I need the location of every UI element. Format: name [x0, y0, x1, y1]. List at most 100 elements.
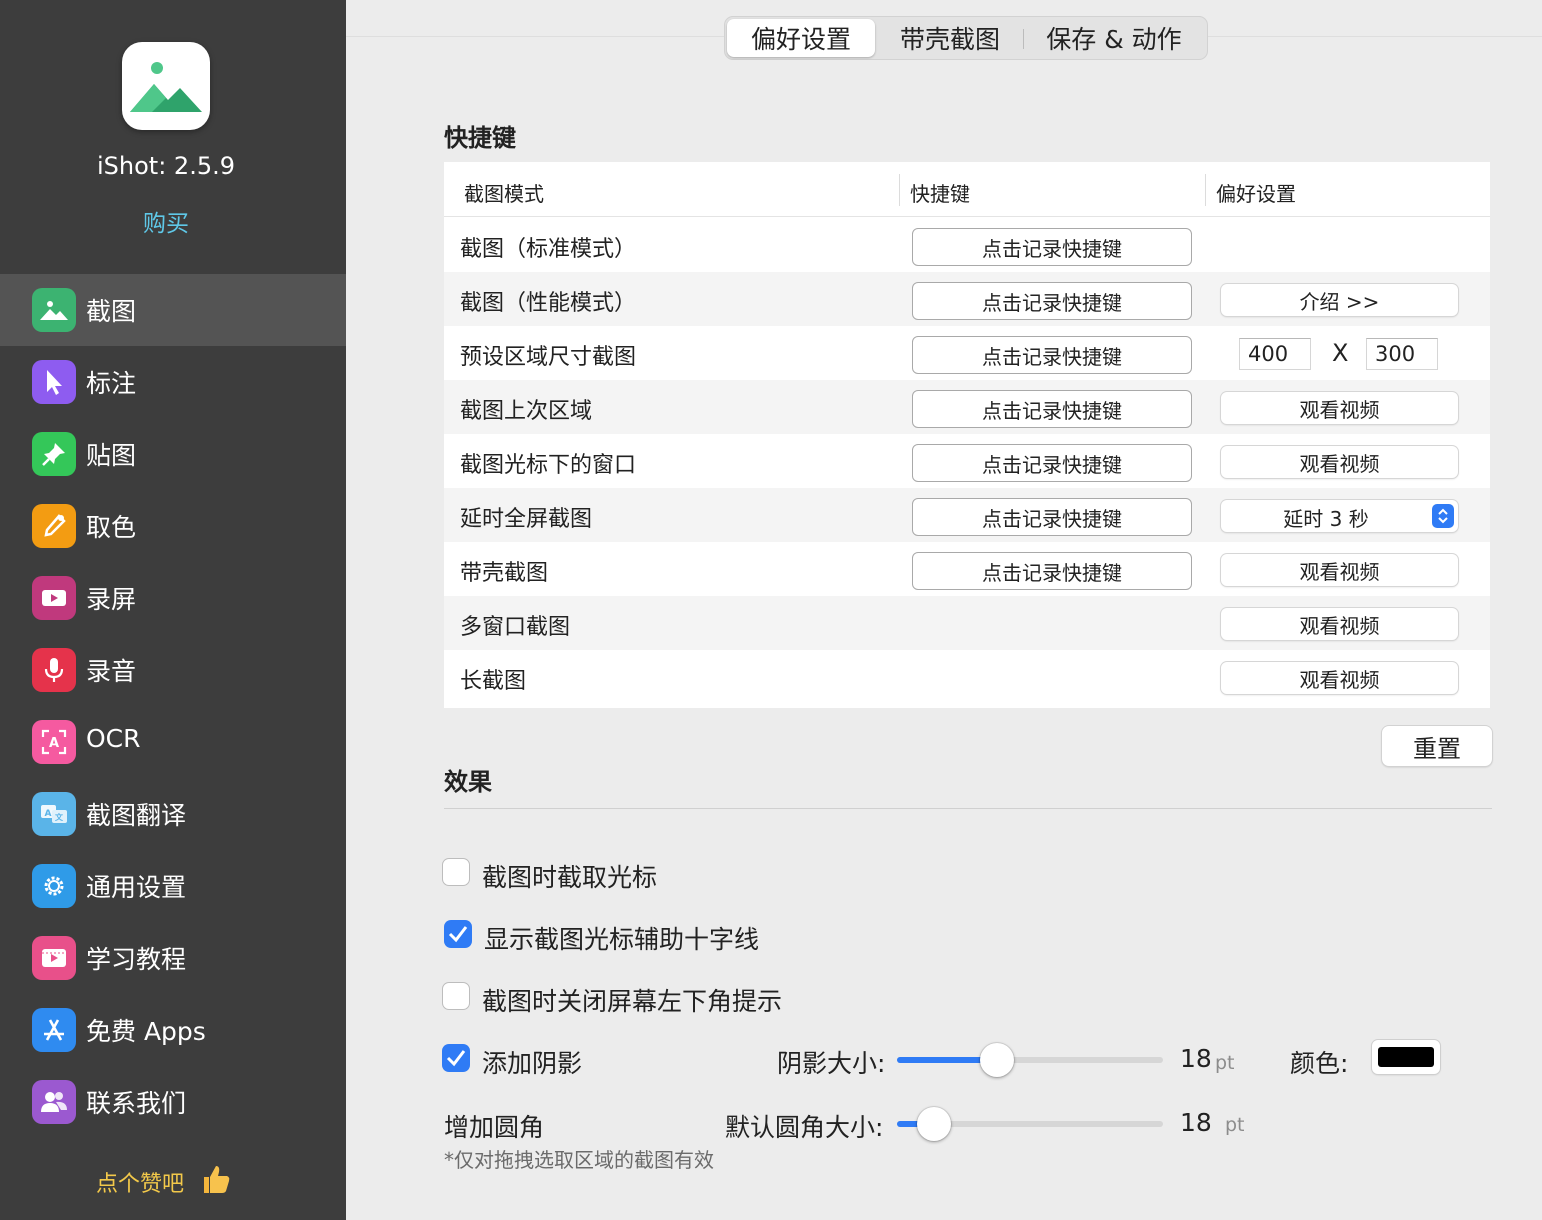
record-shortcut-button[interactable]: 点击记录快捷键 [912, 282, 1192, 320]
corner-label: 增加圆角 [444, 1113, 545, 1142]
tab-save-actions[interactable]: 保存 & 动作 [1025, 19, 1203, 57]
eyedropper-icon [32, 504, 76, 548]
sidebar-item-screen-record[interactable]: 录屏 [0, 562, 346, 634]
chevron-up-down-icon [1432, 504, 1454, 528]
corner-note: *仅对拖拽选取区域的截图有效 [444, 1148, 714, 1172]
preset-height-input[interactable]: 300 [1366, 338, 1438, 370]
tab-preferences[interactable]: 偏好设置 [727, 19, 875, 57]
sidebar-item-label: 录屏 [86, 585, 137, 614]
mode-label: 截图光标下的窗口 [460, 453, 637, 478]
table-row: 截图（性能模式） 点击记录快捷键 介绍 >> [444, 272, 1490, 326]
shortcuts-section-title: 快捷键 [444, 124, 516, 152]
contacts-icon [32, 1080, 76, 1124]
shadow-color-label: 颜色: [1290, 1049, 1349, 1078]
table-row: 截图（标准模式） 点击记录快捷键 [444, 218, 1490, 272]
shortcuts-table: 截图模式 快捷键 偏好设置 截图（标准模式） 点击记录快捷键 截图（性能模式） … [444, 162, 1490, 708]
sidebar-item-label: 截图 [86, 297, 137, 326]
watch-video-button[interactable]: 观看视频 [1221, 392, 1458, 424]
sidebar-item-translate[interactable]: A文 截图翻译 [0, 778, 346, 850]
thumbs-up-icon[interactable] [198, 1162, 232, 1196]
sidebar-item-free-apps[interactable]: 免费 Apps [0, 994, 346, 1066]
microphone-icon [32, 648, 76, 692]
table-header: 截图模式 快捷键 偏好设置 [444, 162, 1490, 217]
column-separator [1205, 174, 1206, 206]
ocr-icon: A [32, 720, 76, 764]
sidebar-item-tutorial[interactable]: 学习教程 [0, 922, 346, 994]
sidebar-item-label: 录音 [86, 657, 137, 686]
tab-bar: 偏好设置 带壳截图 保存 & 动作 [724, 16, 1208, 60]
column-header-mode: 截图模式 [464, 182, 544, 206]
table-row: 带壳截图 点击记录快捷键 观看视频 [444, 542, 1490, 596]
sidebar-item-general-settings[interactable]: 通用设置 [0, 850, 346, 922]
sidebar-item-label: 贴图 [86, 441, 137, 470]
delay-select[interactable]: 延时 3 秒 [1221, 500, 1458, 532]
table-row: 截图光标下的窗口 点击记录快捷键 观看视频 [444, 434, 1490, 488]
effects-section-title: 效果 [444, 768, 492, 796]
record-shortcut-button[interactable]: 点击记录快捷键 [912, 444, 1192, 482]
buy-link[interactable]: 购买 [0, 204, 332, 238]
tab-separator [1023, 29, 1024, 49]
sidebar-item-screenshot[interactable]: 截图 [0, 274, 346, 346]
watch-video-button[interactable]: 观看视频 [1221, 554, 1458, 586]
record-shortcut-button[interactable]: 点击记录快捷键 [912, 498, 1192, 536]
mode-label: 延时全屏截图 [460, 507, 593, 532]
sidebar-item-annotate[interactable]: 标注 [0, 346, 346, 418]
sidebar-item-ocr[interactable]: A OCR [0, 706, 346, 778]
tutorial-icon [32, 936, 76, 980]
reset-button[interactable]: 重置 [1382, 726, 1492, 766]
close-hint-checkbox[interactable] [442, 982, 470, 1010]
sidebar-item-audio-record[interactable]: 录音 [0, 634, 346, 706]
shadow-size-unit: pt [1215, 1052, 1235, 1074]
corner-size-slider[interactable] [897, 1107, 1163, 1141]
app-store-icon [32, 1008, 76, 1052]
delay-select-value: 延时 3 秒 [1283, 507, 1369, 531]
record-shortcut-button[interactable]: 点击记录快捷键 [912, 552, 1192, 590]
capture-cursor-checkbox[interactable] [442, 858, 470, 886]
shadow-size-value: 18 [1180, 1044, 1212, 1073]
translate-icon: A文 [32, 792, 76, 836]
mode-label: 带壳截图 [460, 561, 549, 586]
pin-icon [32, 432, 76, 476]
mountain-icon [32, 288, 76, 332]
size-separator: X [1332, 339, 1349, 367]
shadow-size-label: 阴影大小: [777, 1049, 886, 1078]
shadow-color-swatch [1378, 1047, 1434, 1067]
table-row: 延时全屏截图 点击记录快捷键 延时 3 秒 [444, 488, 1490, 542]
record-shortcut-button[interactable]: 点击记录快捷键 [912, 390, 1192, 428]
sidebar-item-contact[interactable]: 联系我们 [0, 1066, 346, 1138]
mode-label: 截图（性能模式） [460, 291, 637, 316]
like-link[interactable]: 点个赞吧 [96, 1166, 184, 1198]
shadow-color-well[interactable] [1372, 1040, 1440, 1074]
mode-label: 多窗口截图 [460, 615, 571, 640]
sidebar-item-pin[interactable]: 贴图 [0, 418, 346, 490]
sidebar-item-color-picker[interactable]: 取色 [0, 490, 346, 562]
svg-text:A: A [49, 736, 59, 751]
shadow-size-slider-knob[interactable] [980, 1043, 1014, 1077]
app-logo-icon [122, 42, 210, 130]
shadow-label: 添加阴影 [482, 1049, 583, 1078]
intro-button[interactable]: 介绍 >> [1221, 284, 1458, 316]
sidebar-item-label: 学习教程 [86, 945, 187, 974]
shadow-checkbox[interactable] [442, 1044, 470, 1072]
crosshair-checkbox[interactable] [444, 920, 472, 948]
capture-cursor-label: 截图时截取光标 [482, 863, 658, 892]
crosshair-label: 显示截图光标辅助十字线 [484, 925, 760, 954]
corner-size-slider-knob[interactable] [917, 1107, 951, 1141]
record-shortcut-button[interactable]: 点击记录快捷键 [912, 336, 1192, 374]
close-hint-label: 截图时关闭屏幕左下角提示 [482, 987, 783, 1016]
watch-video-button[interactable]: 观看视频 [1221, 608, 1458, 640]
record-shortcut-button[interactable]: 点击记录快捷键 [912, 228, 1192, 266]
watch-video-button[interactable]: 观看视频 [1221, 446, 1458, 478]
sidebar-item-label: 截图翻译 [86, 801, 187, 830]
svg-text:文: 文 [55, 812, 64, 822]
preset-width-input[interactable]: 400 [1239, 338, 1311, 370]
shadow-size-slider[interactable] [897, 1043, 1163, 1077]
tab-mockup-screenshot[interactable]: 带壳截图 [877, 19, 1023, 57]
video-icon [32, 576, 76, 620]
watch-video-button[interactable]: 观看视频 [1221, 662, 1458, 694]
sidebar-item-label: 免费 Apps [86, 1017, 206, 1046]
mode-label: 长截图 [460, 669, 527, 694]
table-row: 预设区域尺寸截图 点击记录快捷键 400 X 300 [444, 326, 1490, 380]
sidebar-item-label: OCR [86, 724, 141, 753]
sidebar-item-label: 联系我们 [86, 1089, 187, 1118]
